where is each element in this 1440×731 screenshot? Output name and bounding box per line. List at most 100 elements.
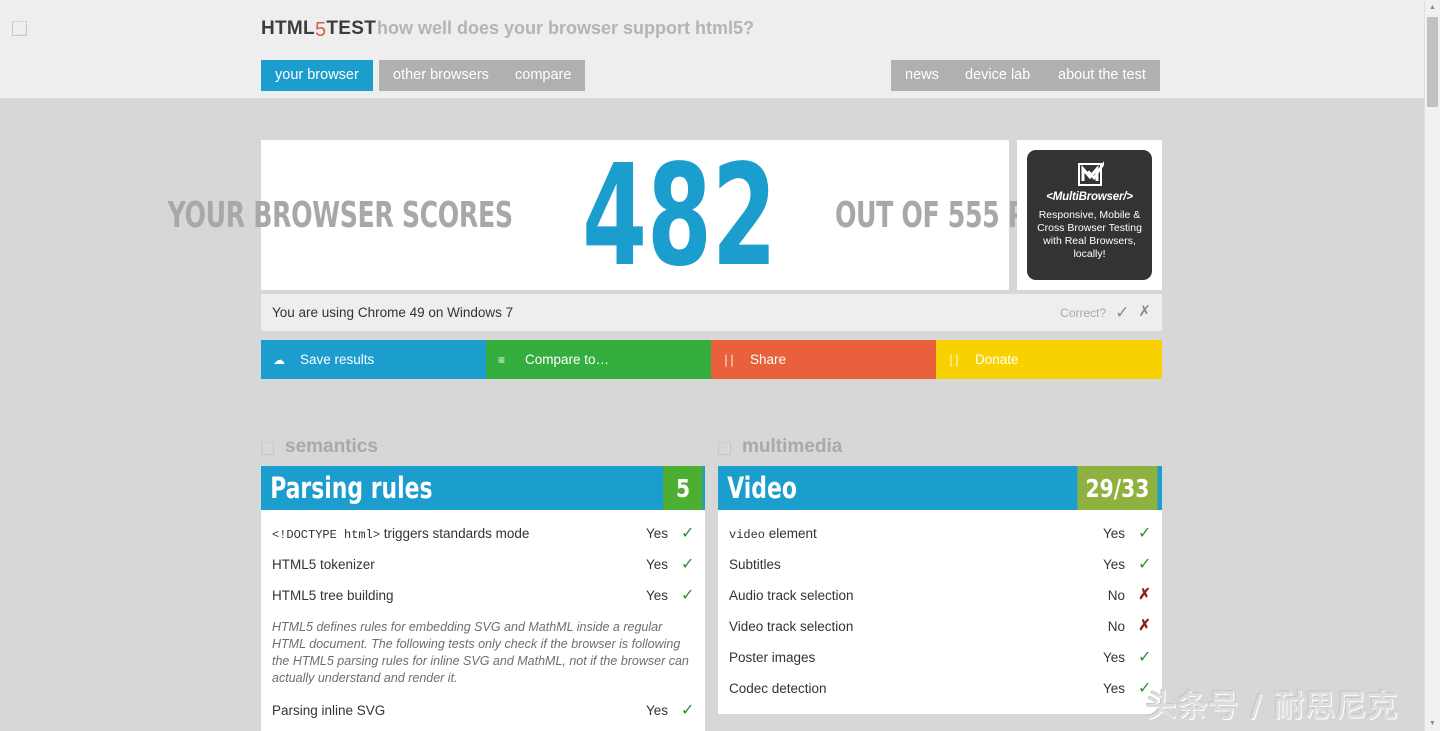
card-video-title: Video xyxy=(727,471,797,505)
user-agent-text: You are using Chrome 49 on Windows 7 xyxy=(272,305,514,320)
user-agent-bar: You are using Chrome 49 on Windows 7 Cor… xyxy=(261,294,1162,331)
test-value: Yes xyxy=(645,703,668,718)
test-label: HTML5 tokenizer xyxy=(272,557,375,572)
cross-icon[interactable]: ✗ xyxy=(1138,305,1151,320)
compare-to-label: Compare to… xyxy=(525,352,610,367)
test-label: Codec detection xyxy=(729,681,827,696)
table-row[interactable]: <!DOCTYPE html> triggers standards mode … xyxy=(272,518,694,549)
check-icon: ✓ xyxy=(681,701,695,719)
card-note: HTML5 defines rules for embedding SVG an… xyxy=(272,620,689,685)
table-row[interactable]: Codec detection Yes ✓ xyxy=(729,673,1151,704)
ad-inner: <MultiBrowser/> Responsive, Mobile & Cro… xyxy=(1027,150,1152,280)
site-header: HTML5TEST how well does your browser sup… xyxy=(0,0,1424,98)
cross-icon: ✗ xyxy=(1138,587,1151,603)
site-tagline: how well does your browser support html5… xyxy=(377,18,755,38)
multibrowser-m-check-icon xyxy=(1076,160,1105,188)
broken-image-icon xyxy=(718,441,731,455)
brand-prefix: HTML xyxy=(261,18,315,39)
test-label: Subtitles xyxy=(729,557,781,572)
cross-icon: ✗ xyxy=(1138,618,1151,634)
test-value: Yes xyxy=(1102,650,1125,665)
check-icon: ✓ xyxy=(681,555,695,573)
share-icon: ∣∣ xyxy=(723,352,735,367)
action-bar: ☁ Save results ≡ Compare to… ∣∣ Share ∣∣… xyxy=(261,340,1162,379)
nav-news[interactable]: news xyxy=(891,60,953,91)
category-semantics-heading: semantics xyxy=(261,428,705,466)
category-semantics-label: semantics xyxy=(285,436,378,457)
table-row[interactable]: HTML5 tokenizer Yes ✓ xyxy=(272,549,694,580)
tab-other-browsers[interactable]: other browsers xyxy=(379,60,503,91)
card-video-body: video element Yes ✓ Subtitles Yes ✓ Audi… xyxy=(718,510,1162,714)
test-value: Yes xyxy=(1102,526,1125,541)
tab-your-browser[interactable]: your browser xyxy=(261,60,373,91)
test-label-rest: element xyxy=(765,525,817,541)
brand-five: 5 xyxy=(314,19,327,41)
check-icon: ✓ xyxy=(681,586,695,604)
tab-compare[interactable]: compare xyxy=(501,60,586,91)
card-video-header: Video 29/33 xyxy=(718,466,1162,510)
test-label: Audio track selection xyxy=(729,588,854,603)
test-label-code: <!DOCTYPE html> xyxy=(272,527,381,542)
table-row[interactable]: Poster images Yes ✓ xyxy=(729,642,1151,673)
table-row[interactable]: Subtitles Yes ✓ xyxy=(729,549,1151,580)
test-label: Parsing inline SVG xyxy=(272,703,386,718)
correct-label: Correct? xyxy=(1060,305,1107,320)
test-value: Yes xyxy=(1102,557,1125,572)
brand-suffix: TEST xyxy=(326,18,377,39)
compare-to-button[interactable]: ≡ Compare to… xyxy=(486,340,711,379)
score-value: 482 xyxy=(581,135,777,298)
table-row[interactable]: Parsing inline SVG Yes ✓ xyxy=(272,695,694,726)
share-button[interactable]: ∣∣ Share xyxy=(711,340,936,379)
table-row[interactable]: Audio track selection No ✗ xyxy=(729,580,1151,611)
scrollbar-thumb[interactable] xyxy=(1427,17,1438,107)
card-parsing-rules: Parsing rules 5 <!DOCTYPE html> triggers… xyxy=(261,466,705,731)
donate-label: Donate xyxy=(975,352,1019,367)
watermark: 头条号 / 耐思尼克 xyxy=(1146,689,1398,724)
card-video-score: 29/33 xyxy=(1077,466,1158,510)
page-viewport: HTML5TEST how well does your browser sup… xyxy=(0,0,1424,731)
test-label: video element xyxy=(729,526,1103,542)
check-icon: ✓ xyxy=(1138,524,1152,542)
test-value: Yes xyxy=(645,557,668,572)
save-results-label: Save results xyxy=(300,352,375,367)
table-row[interactable]: Video track selection No ✗ xyxy=(729,611,1151,642)
category-semantics: semantics Parsing rules 5 <!DOCTYPE html… xyxy=(261,428,705,731)
broken-image-icon xyxy=(12,21,27,36)
share-label: Share xyxy=(750,352,787,367)
test-value: Yes xyxy=(645,526,668,541)
broken-image-icon xyxy=(261,441,274,455)
test-value: No xyxy=(1107,588,1125,603)
user-agent-confirm: Correct? ✓ ✗ xyxy=(1060,304,1162,321)
donate-icon: ∣∣ xyxy=(948,352,960,367)
donate-button[interactable]: ∣∣ Donate xyxy=(936,340,1162,379)
chevron-up-icon[interactable]: ▲ xyxy=(1425,0,1440,15)
site-logo[interactable]: HTML5TEST xyxy=(261,17,377,41)
test-label-code: video xyxy=(729,527,766,542)
nav-device-lab[interactable]: device lab xyxy=(951,60,1045,91)
advertisement[interactable]: <MultiBrowser/> Responsive, Mobile & Cro… xyxy=(1017,140,1162,290)
check-icon: ✓ xyxy=(1138,648,1152,666)
category-multimedia-label: multimedia xyxy=(742,436,843,457)
cloud-icon: ☁ xyxy=(273,352,285,367)
card-parsing-rules-score: 5 xyxy=(663,466,703,510)
table-row[interactable]: HTML5 tree building Yes ✓ xyxy=(272,580,694,611)
nav-about-the-test[interactable]: about the test xyxy=(1044,60,1160,91)
category-multimedia: multimedia Video 29/33 video element Yes… xyxy=(718,428,1162,714)
navigation-bar: your browser other browsers compare news… xyxy=(0,60,1424,92)
test-label: HTML5 tree building xyxy=(272,588,394,603)
vertical-scrollbar[interactable]: ▲ ▼ xyxy=(1424,0,1440,731)
test-label-rest: triggers standards mode xyxy=(380,525,530,541)
chevron-down-icon[interactable]: ▼ xyxy=(1425,716,1440,731)
check-icon[interactable]: ✓ xyxy=(1115,304,1129,321)
card-parsing-rules-title: Parsing rules xyxy=(270,471,433,505)
table-row[interactable]: video element Yes ✓ xyxy=(729,518,1151,549)
check-icon: ✓ xyxy=(1138,555,1152,573)
save-results-button[interactable]: ☁ Save results xyxy=(261,340,486,379)
score-line: YOUR BROWSER SCORES 482 OUT OF 555 POINT… xyxy=(119,135,1151,298)
ad-title: <MultiBrowser/> xyxy=(1046,191,1133,203)
score-prefix-label: YOUR BROWSER SCORES xyxy=(167,194,513,236)
test-value: Yes xyxy=(645,588,668,603)
card-video: Video 29/33 video element Yes ✓ Subtitle… xyxy=(718,466,1162,714)
score-banner: YOUR BROWSER SCORES 482 OUT OF 555 POINT… xyxy=(168,140,1112,290)
test-value: Yes xyxy=(1102,681,1125,696)
